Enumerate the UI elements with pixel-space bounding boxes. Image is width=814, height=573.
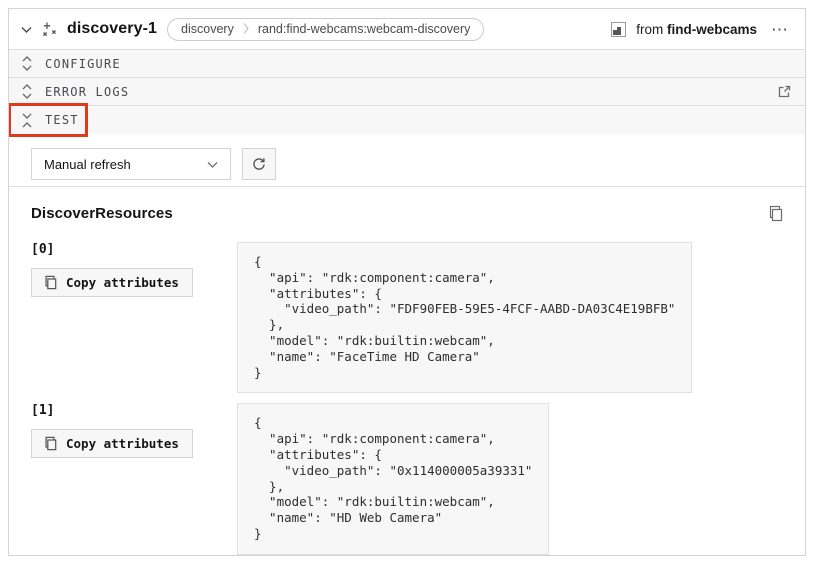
header-right: from find-webcams ⋯ [611,19,793,40]
copy-icon [43,275,57,290]
chevron-down-icon [207,161,218,168]
section-row-error-logs[interactable]: ERROR LOGS [9,77,805,105]
module-icon [611,22,626,37]
copy-icon [43,436,57,451]
section-row-test[interactable]: TEST [9,105,805,134]
result-index-label: [0] [31,242,237,257]
resource-title: discovery-1 [67,20,157,38]
refresh-mode-value: Manual refresh [44,157,131,172]
method-title: DiscoverResources [31,205,173,222]
result-index-label: [1] [31,403,237,418]
copy-attributes-label: Copy attributes [66,436,179,451]
result-json-1: { "api": "rdk:component:camera", "attrib… [237,403,549,554]
test-results: DiscoverResources [0] Copy attributes [9,205,805,555]
copy-results-button[interactable] [767,205,783,222]
test-controls: Manual refresh [9,134,805,187]
result-left-0: [0] Copy attributes [31,242,237,297]
refresh-button[interactable] [242,148,276,180]
refresh-mode-select[interactable]: Manual refresh [31,148,231,180]
copy-attributes-label: Copy attributes [66,275,179,290]
refresh-icon [251,156,267,172]
section-label-test: TEST [45,113,79,127]
chip-type-label: discovery [181,22,234,36]
results-header: DiscoverResources [31,205,783,222]
resource-card: discovery-1 discovery rand:find-webcams:… [8,8,806,556]
collapse-card-chevron-icon[interactable] [21,26,32,33]
copy-attributes-button[interactable]: Copy attributes [31,268,193,297]
unfold-icon [22,56,32,71]
copy-icon [767,205,783,222]
from-module-label: from find-webcams [636,22,757,37]
copy-attributes-button[interactable]: Copy attributes [31,429,193,458]
chip-separator-chevron-icon [243,23,249,34]
section-row-configure[interactable]: CONFIGURE [9,49,805,77]
unfold-icon [22,84,32,99]
result-row-0: [0] Copy attributes { "api": "rdk:compon… [31,242,783,393]
result-left-1: [1] Copy attributes [31,403,237,458]
section-label-configure: CONFIGURE [45,57,121,71]
open-in-new-icon[interactable] [777,84,792,99]
result-json-0: { "api": "rdk:component:camera", "attrib… [237,242,692,393]
chip-model-label: rand:find-webcams:webcam-discovery [258,22,471,36]
resource-card-header: discovery-1 discovery rand:find-webcams:… [9,9,805,49]
collapse-icon [22,113,32,128]
discovery-service-icon [41,21,58,38]
module-name: find-webcams [667,22,757,37]
resource-type-chip: discovery rand:find-webcams:webcam-disco… [167,18,484,41]
section-label-error-logs: ERROR LOGS [45,85,129,99]
card-menu-button[interactable]: ⋯ [767,19,793,40]
result-row-1: [1] Copy attributes { "api": "rdk:compon… [31,403,783,554]
